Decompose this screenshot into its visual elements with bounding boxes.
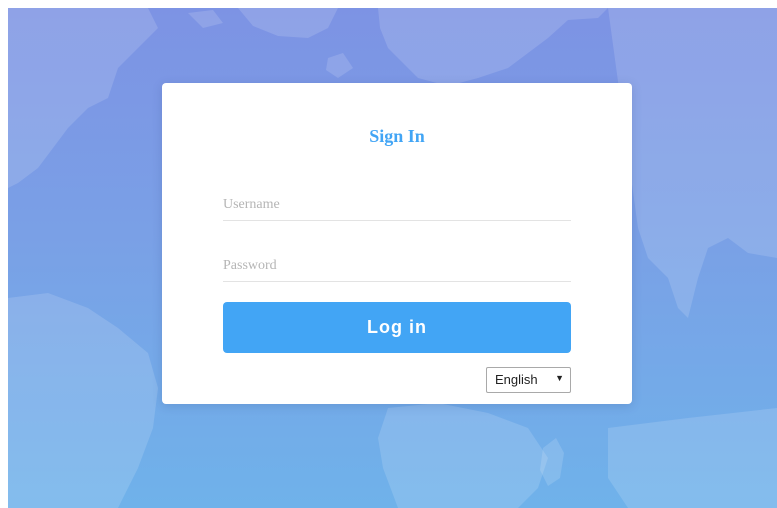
password-input[interactable]	[223, 251, 571, 282]
chevron-down-icon: ▼	[555, 373, 564, 383]
language-selected-value: English	[495, 372, 538, 387]
login-page-background: Sign In Log in English ▼	[8, 8, 777, 508]
sign-in-title: Sign In	[369, 126, 425, 146]
login-card: Sign In Log in English ▼	[162, 83, 632, 404]
username-input[interactable]	[223, 190, 571, 221]
language-select[interactable]: English ▼	[486, 367, 571, 393]
log-in-button[interactable]: Log in	[223, 302, 571, 353]
